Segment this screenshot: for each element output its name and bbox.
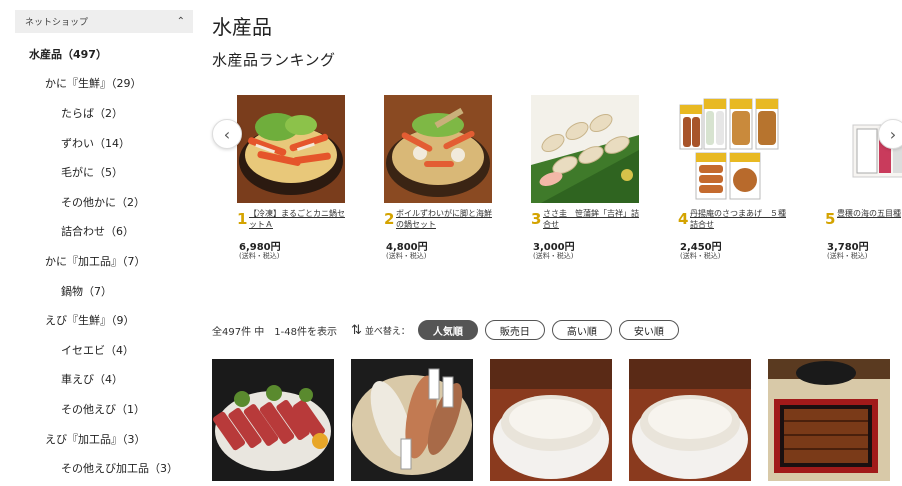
product-image-shirasu-rice-1[interactable] xyxy=(490,359,612,481)
rank-number: 4 xyxy=(678,210,689,228)
rank-number: 3 xyxy=(531,210,542,228)
price-note: (送料・税込) xyxy=(386,252,427,260)
ranking-title: 水産品ランキング xyxy=(212,51,336,69)
price-note: (送料・税込) xyxy=(239,252,280,260)
sort-popular-button[interactable]: 人気順 xyxy=(417,320,478,340)
category-item[interactable]: 水産品（497） xyxy=(15,39,193,69)
category-item[interactable]: かに『加工品』（7） xyxy=(15,246,193,276)
sort-price-low-button[interactable]: 安い順 xyxy=(618,320,679,340)
price-note: (送料・税込) xyxy=(827,252,868,260)
carousel-next-button[interactable]: › xyxy=(878,119,902,149)
price-note: (送料・税込) xyxy=(533,252,574,260)
category-item[interactable]: 鍋物（7） xyxy=(15,276,193,306)
ranking-carousel: 1 【冷凍】まるごとカニ鍋セットＡ 6,980円 (送料・税込) 2 ボイルずわ… xyxy=(212,92,902,272)
product-image-shirasu-rice-2[interactable] xyxy=(629,359,751,481)
result-count: 全497件 中 1-48件を表示 xyxy=(212,326,337,338)
rank-number: 5 xyxy=(825,210,836,228)
product-name-link[interactable]: 豊穣の海の五目種 xyxy=(837,208,902,219)
product-name-link[interactable]: 丹揚庵のさつまあげ ５種詰合せ xyxy=(690,208,790,230)
category-sidebar: ネットショップ ⌃ 水産品（497） かに『生鮮』（29） たらば（2） ずわい… xyxy=(15,10,193,483)
sidebar-header-netshop[interactable]: ネットショップ ⌃ xyxy=(15,10,193,33)
category-item[interactable]: その他えび加工品（3） xyxy=(15,453,193,483)
product-image-katsuo-tataki[interactable] xyxy=(212,359,334,481)
carousel-prev-button[interactable]: ‹ xyxy=(212,119,242,149)
category-item[interactable]: たらば（2） xyxy=(15,98,193,128)
category-item[interactable]: 詰合わせ（6） xyxy=(15,217,193,247)
category-item[interactable]: かに『生鮮』（29） xyxy=(15,69,193,99)
category-item[interactable]: イセエビ（4） xyxy=(15,335,193,365)
page-title: 水産品 xyxy=(212,15,272,39)
rank-number: 2 xyxy=(384,210,395,228)
chevron-up-icon: ⌃ xyxy=(176,15,185,27)
product-image-dried-fish[interactable] xyxy=(351,359,473,481)
chevron-left-icon: ‹ xyxy=(223,124,231,144)
product-image-kamaboko-assortment[interactable] xyxy=(531,95,639,203)
category-item[interactable]: その他えび（1） xyxy=(15,394,193,424)
product-name-link[interactable]: ささ圭 笹蒲鉾「吉祥」詰合せ xyxy=(543,208,643,230)
rank-number: 1 xyxy=(237,210,248,228)
sort-price-high-button[interactable]: 高い順 xyxy=(551,320,612,340)
product-image-satsumaage[interactable] xyxy=(678,95,786,203)
category-item[interactable]: えび『加工品』（3） xyxy=(15,424,193,454)
sidebar-header-label: ネットショップ xyxy=(25,18,89,28)
product-image-seafood-set[interactable] xyxy=(825,95,902,203)
sort-bar: 全497件 中 1-48件を表示 ⇅ 並べ替え： 人気順 販売日 高い順 安い順 xyxy=(212,319,686,341)
category-item[interactable]: えび『生鮮』（9） xyxy=(15,305,193,335)
category-item[interactable]: 車えび（4） xyxy=(15,365,193,395)
product-image-crab-hotpot[interactable] xyxy=(237,95,345,203)
sort-arrows-icon: ⇅ xyxy=(350,322,362,338)
product-image-unagi-box[interactable] xyxy=(768,359,890,481)
category-item[interactable]: その他かに（2） xyxy=(15,187,193,217)
sort-label: 並べ替え： xyxy=(364,326,410,337)
product-image-snow-crab-nabe[interactable] xyxy=(384,95,492,203)
product-name-link[interactable]: 【冷凍】まるごとカニ鍋セットＡ xyxy=(249,208,349,230)
chevron-right-icon: › xyxy=(889,124,897,144)
product-name-link[interactable]: ボイルずわいがに脚と海鮮の鍋セット xyxy=(396,208,496,230)
price-note: (送料・税込) xyxy=(680,252,721,260)
category-item[interactable]: ずわい（14） xyxy=(15,128,193,158)
category-item[interactable]: 毛がに（5） xyxy=(15,157,193,187)
category-list: 水産品（497） かに『生鮮』（29） たらば（2） ずわい（14） 毛がに（5… xyxy=(15,39,193,483)
sort-release-date-button[interactable]: 販売日 xyxy=(484,320,545,340)
